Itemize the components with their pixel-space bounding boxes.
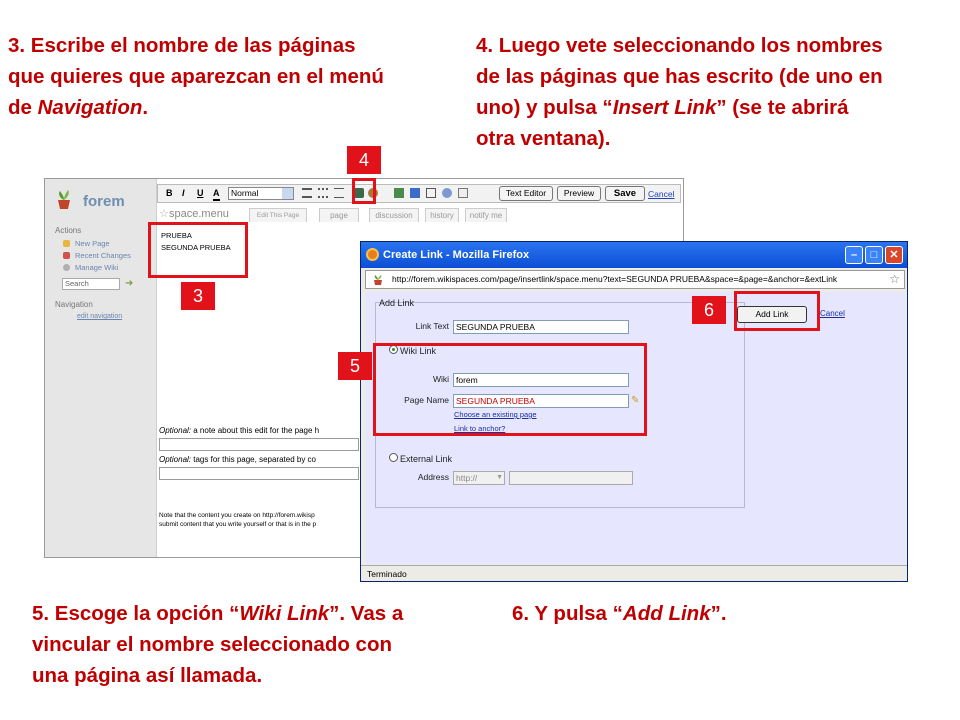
step-badge-6: 6 xyxy=(692,296,726,324)
horizontal-rule-icon[interactable] xyxy=(334,188,344,198)
search-arrow-icon[interactable]: ➜ xyxy=(125,279,133,289)
actions-heading: Actions xyxy=(55,226,82,235)
status-bar: Terminado xyxy=(361,565,907,581)
tab-notify-me[interactable]: notify me xyxy=(465,208,507,222)
preview-button[interactable]: Preview xyxy=(557,186,601,201)
caption-step-5: 5. Escoge la opción “Wiki Link”. Vas a v… xyxy=(32,602,404,687)
tags-field[interactable] xyxy=(159,467,359,480)
caption-step-4: 4. Luego vete seleccionando los nombres … xyxy=(476,34,883,150)
external-link-radio[interactable] xyxy=(389,453,398,462)
new-page-link[interactable]: New Page xyxy=(75,239,110,248)
format-select[interactable]: Normal xyxy=(228,187,294,200)
annotation-box-insert-link xyxy=(352,178,376,204)
minimize-icon[interactable]: – xyxy=(845,246,863,264)
site-favicon-icon xyxy=(372,274,384,285)
edit-navigation-link[interactable]: edit navigation xyxy=(77,313,122,320)
tab-page[interactable]: page xyxy=(319,208,359,222)
caption-step-3: 3. Escribe el nombre de las páginas que … xyxy=(8,34,384,119)
link-text-label: Link Text xyxy=(415,321,449,331)
tab-history[interactable]: history xyxy=(425,208,459,222)
tab-discussion[interactable]: discussion xyxy=(369,208,419,222)
bookmark-star-icon[interactable]: ☆ xyxy=(889,271,900,288)
maximize-icon[interactable]: □ xyxy=(865,246,883,264)
annotation-box-add-link xyxy=(734,291,820,331)
step-badge-5: 5 xyxy=(338,352,372,380)
url-text: http://forem.wikispaces.com/page/insertl… xyxy=(392,274,838,284)
tab-edit-this-page[interactable]: Edit This Page xyxy=(249,208,307,222)
star-icon[interactable]: ☆ xyxy=(159,207,169,220)
italic-button[interactable]: I xyxy=(182,188,185,199)
optional-note-label: Optional: a note about this edit for the… xyxy=(159,426,320,435)
recent-changes-link[interactable]: Recent Changes xyxy=(75,251,131,260)
manage-wiki-link[interactable]: Manage Wiki xyxy=(75,263,118,272)
annotation-box-wiki-link xyxy=(373,343,647,436)
address-label: Address xyxy=(417,472,449,482)
add-link-legend: Add Link xyxy=(379,298,415,308)
cancel-link[interactable]: Cancel xyxy=(648,189,674,199)
dialog-title: Create Link - Mozilla Firefox xyxy=(383,249,530,261)
underline-button[interactable]: U xyxy=(197,188,204,199)
manage-wiki-icon xyxy=(63,264,70,271)
bullet-list-icon[interactable] xyxy=(318,188,328,198)
page-tabs: ☆ space.menu Edit This Page page discuss… xyxy=(157,207,683,223)
wiki-sidebar: forem Actions New Page Recent Changes Ma… xyxy=(45,179,157,557)
address-input[interactable] xyxy=(509,471,633,485)
save-button[interactable]: Save xyxy=(605,186,645,201)
link-text-input[interactable]: SEGUNDA PRUEBA xyxy=(453,320,629,334)
footer-note-line: Note that the content you create on http… xyxy=(159,512,315,519)
edit-note-field[interactable] xyxy=(159,438,359,451)
text-color-button[interactable]: A xyxy=(213,188,220,201)
chevron-down-icon: ▼ xyxy=(496,474,503,481)
numbered-list-icon[interactable] xyxy=(302,188,312,198)
url-bar[interactable]: http://forem.wikispaces.com/page/insertl… xyxy=(365,270,905,289)
status-text: Terminado xyxy=(367,569,407,579)
reference-icon[interactable] xyxy=(458,188,468,198)
editor-toolbar: B I U A Normal Text Editor Preview Save … xyxy=(157,184,681,203)
dialog-cancel-link[interactable]: Cancel xyxy=(820,309,845,318)
widget-icon[interactable] xyxy=(442,188,452,198)
wiki-logo-text[interactable]: forem xyxy=(83,193,125,210)
table-icon[interactable] xyxy=(426,188,436,198)
text-editor-button[interactable]: Text Editor xyxy=(499,186,553,201)
step-badge-3: 3 xyxy=(181,282,215,310)
caption-step-6: 6. Y pulsa “Add Link”. xyxy=(512,602,727,625)
dialog-title-bar[interactable]: Create Link - Mozilla Firefox xyxy=(361,242,907,268)
wiki-search-input[interactable]: Search xyxy=(62,278,120,290)
page-title: space.menu xyxy=(169,208,229,220)
plant-pot-logo-icon xyxy=(58,190,70,209)
navigation-heading: Navigation xyxy=(55,300,93,309)
annotation-box-editor-text xyxy=(148,222,248,278)
optional-tags-label: Optional: tags for this page, separated … xyxy=(159,455,316,464)
bold-button[interactable]: B xyxy=(166,188,173,199)
image-icon[interactable] xyxy=(394,188,404,198)
step-badge-4: 4 xyxy=(347,146,381,174)
new-page-icon xyxy=(63,240,70,247)
recent-changes-icon xyxy=(63,252,70,259)
footer-note-line: submit content that you write yourself o… xyxy=(159,521,317,528)
external-link-label[interactable]: External Link xyxy=(400,454,452,464)
firefox-icon xyxy=(366,248,379,261)
protocol-select[interactable]: http:// ▼ xyxy=(453,471,505,485)
close-icon[interactable]: ✕ xyxy=(885,246,903,264)
file-icon[interactable] xyxy=(410,188,420,198)
